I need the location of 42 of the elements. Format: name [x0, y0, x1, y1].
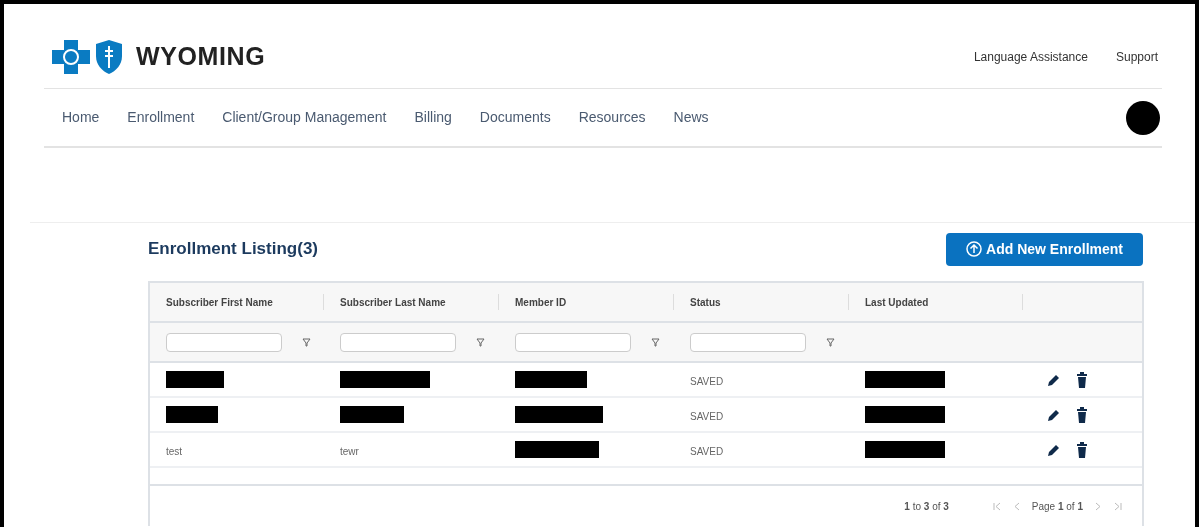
filter-field[interactable] — [690, 332, 806, 352]
delete-icon[interactable] — [1077, 441, 1087, 458]
utility-link[interactable]: Support — [1115, 48, 1158, 66]
column-header[interactable]: Member ID — [499, 294, 673, 310]
edit-icon[interactable] — [1047, 372, 1061, 387]
table-cell: SAVED — [690, 410, 724, 422]
filter-field[interactable] — [340, 332, 456, 352]
page-indicator: Page 1 of 1 — [1031, 499, 1083, 514]
nav-link[interactable]: Enrollment — [127, 107, 195, 128]
delete-icon[interactable] — [1077, 406, 1087, 423]
column-header[interactable]: Subscriber First Name — [150, 294, 323, 310]
add-circle-icon — [966, 241, 983, 257]
column-header[interactable]: Status — [674, 294, 848, 310]
shield-logo-icon — [94, 39, 124, 75]
pagination-summary: 1 to 3 of 3 — [904, 499, 949, 514]
table-cell: test — [166, 445, 183, 457]
cross-logo-icon — [52, 40, 90, 74]
filter-field[interactable] — [166, 332, 282, 352]
filter-icon[interactable] — [302, 337, 311, 347]
filter-field[interactable] — [515, 332, 631, 352]
edit-icon[interactable] — [1047, 442, 1061, 457]
column-header[interactable]: Last Updated — [849, 294, 1022, 310]
table-cell: SAVED — [690, 445, 724, 457]
nav-link[interactable]: Billing — [414, 107, 452, 128]
nav-link[interactable]: News — [673, 107, 709, 128]
filter-icon[interactable] — [651, 337, 660, 347]
brand-name: WYOMING — [136, 41, 266, 73]
table-cell: SAVED — [690, 375, 724, 387]
table-cell: tewr — [340, 445, 359, 457]
filter-icon[interactable] — [476, 337, 485, 347]
utility-link[interactable]: Language Assistance — [973, 48, 1088, 66]
listing-title: Enrollment Listing(3) — [148, 238, 318, 261]
avatar[interactable] — [1126, 100, 1160, 135]
nav-link[interactable]: Client/Group Management — [222, 107, 387, 128]
nav-link[interactable]: Documents — [479, 107, 551, 128]
filter-icon[interactable] — [826, 337, 835, 347]
edit-icon[interactable] — [1047, 407, 1061, 422]
nav-link[interactable]: Resources — [578, 107, 646, 128]
column-header[interactable]: Subscriber Last Name — [324, 294, 498, 310]
delete-icon[interactable] — [1077, 371, 1087, 388]
nav-link[interactable]: Home — [62, 107, 100, 128]
add-enrollment-button[interactable]: Add New Enrollment — [946, 232, 1143, 266]
